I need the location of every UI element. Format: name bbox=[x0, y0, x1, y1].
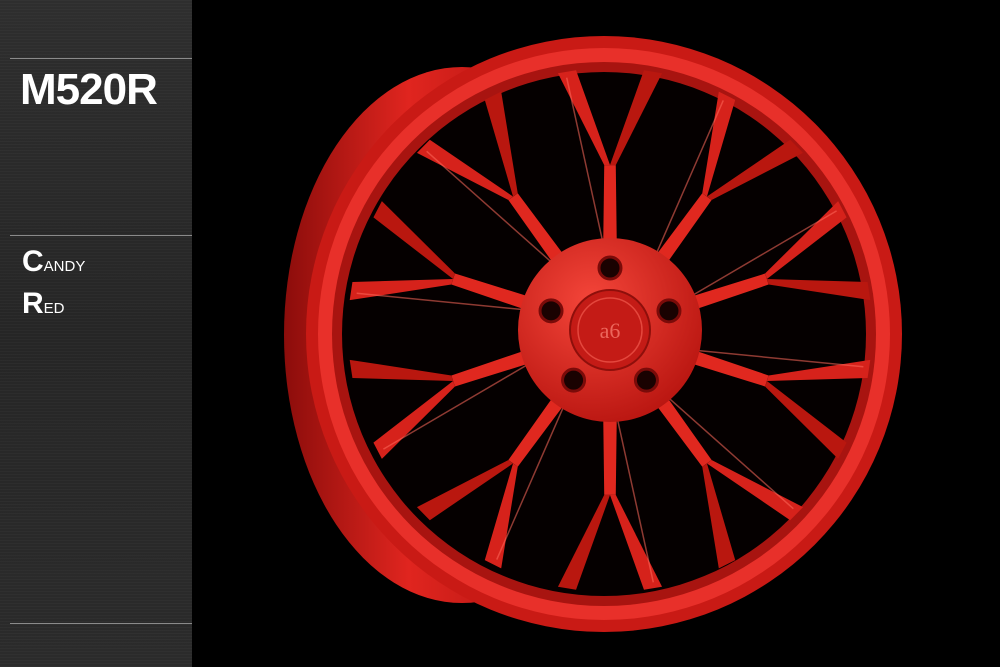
hub-logo-mark: a6 bbox=[600, 318, 621, 343]
finish-line-1: Candy bbox=[22, 245, 86, 278]
finish-line-1-initial: C bbox=[22, 245, 44, 278]
divider-bottom bbox=[10, 623, 192, 624]
finish-line-2-initial: R bbox=[22, 287, 44, 320]
divider-middle bbox=[10, 235, 192, 236]
divider-top bbox=[10, 58, 192, 59]
lug-hole bbox=[561, 367, 587, 393]
wheel-photo: a6 bbox=[192, 0, 1000, 667]
lug-hole bbox=[538, 298, 564, 324]
finish-line-2: Red bbox=[22, 287, 65, 320]
finish-line-1-rest: andy bbox=[43, 251, 86, 276]
lug-hole bbox=[656, 298, 682, 324]
lug-hole bbox=[597, 255, 623, 281]
wheel-illustration: a6 bbox=[284, 36, 902, 632]
model-name: M520R bbox=[20, 65, 158, 114]
sidebar-panel: M520R Candy Red bbox=[0, 0, 192, 667]
finish-line-2-rest: ed bbox=[43, 293, 65, 318]
lug-hole bbox=[633, 367, 659, 393]
